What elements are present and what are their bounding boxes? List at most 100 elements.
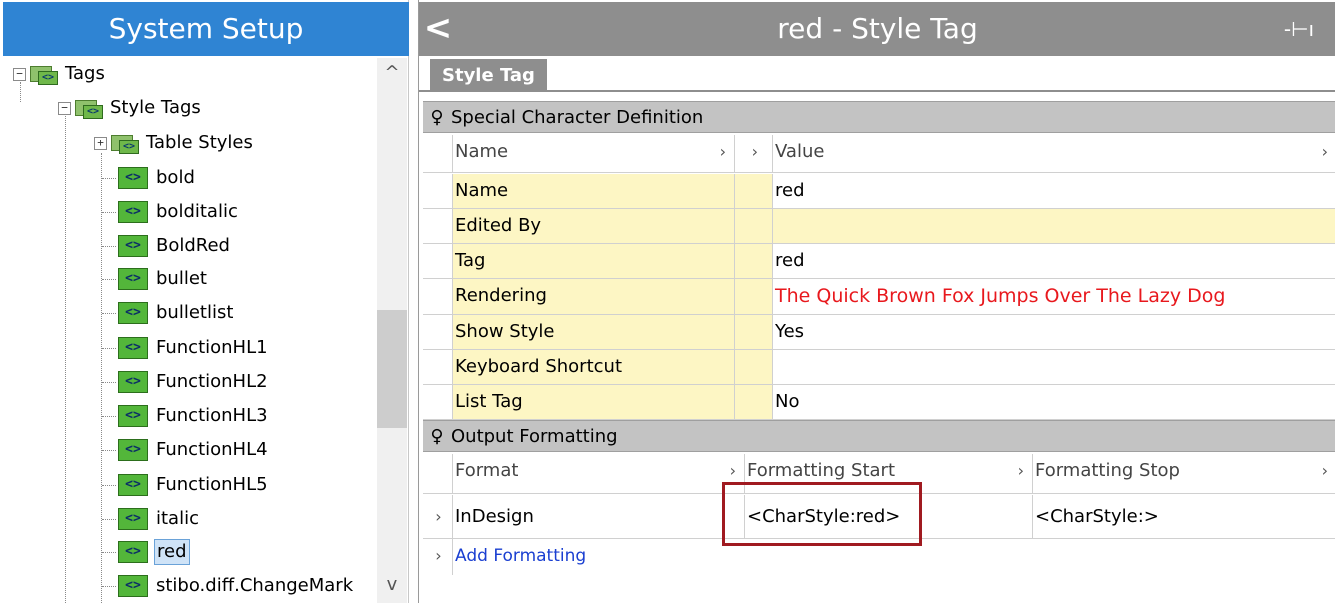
back-arrow-icon[interactable]: <: [423, 10, 453, 48]
tree-item-label: FunctionHL3: [156, 405, 268, 426]
tree-item-label: bolditalic: [156, 201, 238, 222]
system-setup-panel: System Setup − <> Tags − <> Style Tags +…: [0, 0, 409, 603]
tree-item-label: BoldRed: [156, 235, 230, 256]
tree-item-label: Style Tags: [110, 97, 201, 118]
style-tag-icon: <>: [118, 371, 148, 393]
chevron-right-icon[interactable]: ›: [423, 495, 453, 538]
section-title: Output Formatting: [451, 425, 618, 447]
tag-folder-icon: <>: [30, 62, 60, 86]
collapse-icon[interactable]: −: [58, 101, 71, 115]
style-tag-icon: <>: [118, 201, 148, 223]
property-name: Edited By: [453, 209, 735, 243]
tree-item-label: FunctionHL1: [156, 337, 268, 358]
chevron-right-icon: ›: [1017, 461, 1024, 480]
style-tag-icon: <>: [118, 405, 148, 427]
tree-item-label: bullet: [156, 268, 207, 289]
tab-strip: Style Tag: [419, 56, 1335, 92]
property-row[interactable]: Tag red: [423, 244, 1335, 279]
property-value[interactable]: [773, 209, 1335, 243]
section-header-special-character[interactable]: ♀ Special Character Definition: [423, 101, 1335, 133]
tree-item-table-styles[interactable]: + <> Table Styles: [94, 129, 255, 157]
property-name: Show Style: [453, 315, 735, 349]
scroll-down-icon[interactable]: v: [377, 574, 407, 595]
editor-header: red - Style Tag < -⊢ı: [419, 2, 1335, 56]
property-name: List Tag: [453, 385, 735, 419]
chevron-right-icon: ›: [423, 539, 453, 575]
tree-item-bullet[interactable]: <> bullet: [102, 265, 209, 293]
pin-icon[interactable]: -⊢ı: [1279, 16, 1319, 42]
tree-item-italic[interactable]: <> italic: [102, 505, 201, 533]
tree-item-label: bold: [156, 167, 195, 188]
collapse-icon[interactable]: −: [13, 67, 26, 81]
property-value[interactable]: No: [773, 385, 1335, 419]
chevron-right-icon: ›: [719, 142, 726, 161]
property-row[interactable]: Name red: [423, 174, 1335, 209]
tree-item-functionhl5[interactable]: <> FunctionHL5: [102, 471, 270, 499]
tree-item-label: italic: [156, 508, 199, 529]
style-tag-icon: <>: [118, 337, 148, 359]
chevron-right-icon: ›: [1321, 461, 1328, 480]
column-header-name[interactable]: Name ›: [453, 135, 735, 172]
tree-item-label: FunctionHL4: [156, 439, 268, 460]
grid-header-row: Name › › Value ›: [423, 135, 1335, 173]
format-name[interactable]: InDesign: [453, 495, 745, 538]
property-row[interactable]: Show Style Yes: [423, 315, 1335, 350]
property-value[interactable]: red: [773, 174, 1335, 208]
property-value[interactable]: red: [773, 244, 1335, 278]
tree-item-tags[interactable]: − <> Tags: [13, 60, 107, 88]
style-tag-icon: <>: [118, 541, 148, 563]
property-name: Name: [453, 174, 735, 208]
tree-item-label-selected: red: [154, 539, 190, 565]
pin-icon[interactable]: ♀: [423, 107, 451, 128]
column-header-spacer[interactable]: ›: [735, 135, 773, 172]
property-row[interactable]: Rendering The Quick Brown Fox Jumps Over…: [423, 279, 1335, 315]
tree-item-functionhl3[interactable]: <> FunctionHL3: [102, 402, 270, 430]
formatting-stop-value[interactable]: <CharStyle:>: [1033, 495, 1335, 538]
column-header-value[interactable]: Value ›: [773, 135, 1335, 172]
tab-style-tag[interactable]: Style Tag: [430, 59, 547, 92]
tree-item-boldred[interactable]: <> BoldRed: [102, 232, 232, 260]
tree-item-functionhl2[interactable]: <> FunctionHL2: [102, 368, 270, 396]
tag-tree: − <> Tags − <> Style Tags + <> Table Sty…: [0, 58, 376, 603]
scroll-up-icon[interactable]: ^: [377, 62, 407, 83]
tree-item-label: FunctionHL2: [156, 371, 268, 392]
tag-folder-icon: <>: [111, 131, 141, 155]
tree-item-bold[interactable]: <> bold: [102, 164, 197, 192]
tree-item-label: FunctionHL5: [156, 474, 268, 495]
tree-item-stibo-diff-changemark[interactable]: <> stibo.diff.ChangeMark: [102, 572, 355, 600]
property-row[interactable]: Keyboard Shortcut: [423, 350, 1335, 385]
property-row[interactable]: Edited By: [423, 209, 1335, 244]
style-tag-icon: <>: [118, 302, 148, 324]
tree-item-label: stibo.diff.ChangeMark: [156, 575, 354, 596]
section-header-output-formatting[interactable]: ♀ Output Formatting: [423, 420, 1335, 452]
property-value[interactable]: Yes: [773, 315, 1335, 349]
property-name: Rendering: [453, 279, 735, 314]
tree-item-bolditalic[interactable]: <> bolditalic: [102, 198, 240, 226]
tree-item-bulletlist[interactable]: <> bulletlist: [102, 299, 235, 327]
add-formatting-link[interactable]: Add Formatting: [455, 546, 586, 566]
property-value[interactable]: [773, 350, 1335, 384]
style-tag-icon: <>: [118, 508, 148, 530]
style-tag-icon: <>: [118, 439, 148, 461]
column-header-format[interactable]: Format ›: [453, 454, 745, 493]
expand-icon[interactable]: +: [94, 136, 107, 150]
tree-item-red[interactable]: <> red: [102, 538, 190, 566]
tree-item-label: bulletlist: [156, 302, 234, 323]
tree-item-functionhl4[interactable]: <> FunctionHL4: [102, 436, 270, 464]
tree-item-style-tags[interactable]: − <> Style Tags: [58, 94, 203, 122]
tree-item-label: Table Styles: [146, 132, 253, 153]
tree-scrollbar[interactable]: ^ v: [377, 58, 407, 603]
tag-folder-icon: <>: [75, 96, 105, 120]
tree-item-label: Tags: [65, 63, 105, 84]
property-row[interactable]: List Tag No: [423, 385, 1335, 420]
style-tag-icon: <>: [118, 474, 148, 496]
property-name: Keyboard Shortcut: [453, 350, 735, 384]
editor-title: red - Style Tag: [777, 12, 978, 45]
scrollbar-thumb[interactable]: [377, 310, 407, 428]
pin-icon[interactable]: ♀: [423, 426, 451, 447]
property-name: Tag: [453, 244, 735, 278]
style-tag-icon: <>: [118, 235, 148, 257]
column-header-formatting-stop[interactable]: Formatting Stop ›: [1033, 454, 1335, 493]
style-tag-icon: <>: [118, 167, 148, 189]
tree-item-functionhl1[interactable]: <> FunctionHL1: [102, 334, 270, 362]
